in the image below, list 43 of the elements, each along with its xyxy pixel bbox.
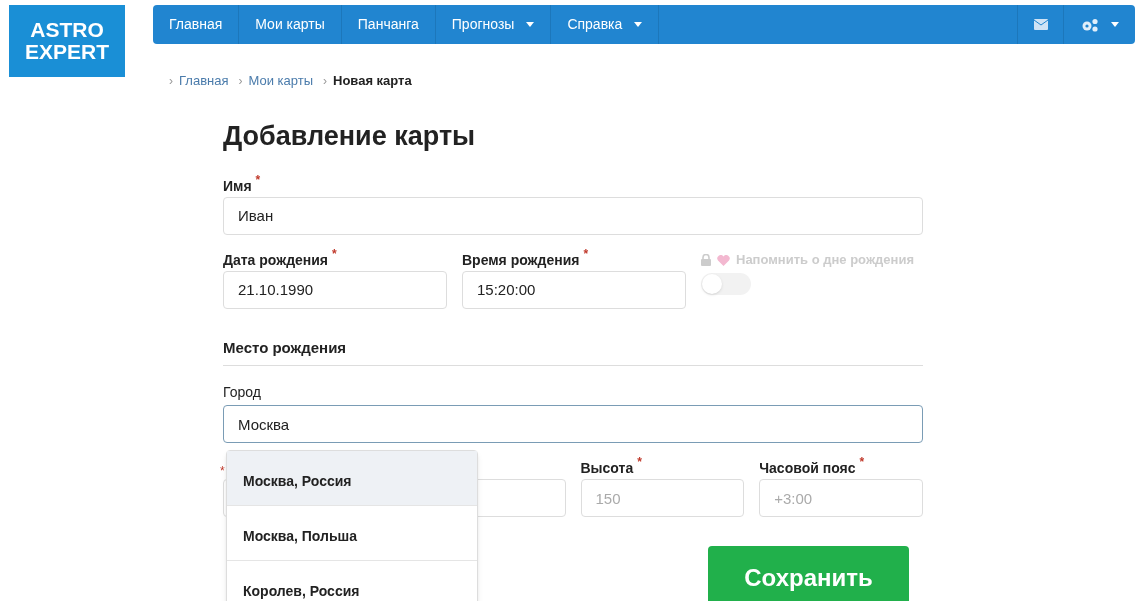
- time-field[interactable]: 15:20:00: [462, 270, 686, 309]
- text-field[interactable]: 150: [580, 479, 745, 517]
- nav-item[interactable]: Прогнозы: [435, 5, 552, 44]
- field-label: Имя: [223, 176, 252, 196]
- gears-icon: [1080, 17, 1099, 32]
- required-mark: *: [637, 454, 642, 470]
- heart-icon: [717, 254, 730, 266]
- page-title: Добавление карты: [223, 119, 477, 152]
- envelope-icon: [1033, 19, 1048, 30]
- lock-icon: [701, 254, 711, 266]
- required-mark: *: [859, 454, 865, 470]
- nav-item[interactable]: Мои карты: [239, 5, 342, 44]
- section-title: Место рождения: [223, 337, 348, 358]
- breadcrumb-link[interactable]: Мои карты: [248, 71, 313, 91]
- text-field[interactable]: +3:00: [759, 479, 923, 517]
- nav-item[interactable]: Панчанга: [341, 5, 436, 44]
- caret-icon: [1110, 22, 1119, 27]
- breadcrumb-separator: ›: [238, 72, 243, 90]
- required-mark: *: [220, 464, 225, 478]
- logo-text: ASTRO: [30, 19, 104, 41]
- name-field[interactable]: Иван: [223, 196, 923, 235]
- breadcrumb-separator: ›: [323, 72, 327, 90]
- breadcrumb-separator: ›: [169, 72, 173, 90]
- date-field[interactable]: 21.10.1990: [223, 270, 447, 309]
- required-mark: *: [583, 245, 589, 262]
- suggestion-item[interactable]: Москва, Россия: [227, 451, 477, 506]
- required-mark: *: [255, 171, 261, 188]
- required-mark: *: [332, 245, 337, 262]
- suggestion-item[interactable]: Королев, Россия: [227, 561, 477, 601]
- field-label: Город: [223, 383, 262, 402]
- save-button[interactable]: Сохранить: [708, 546, 909, 601]
- breadcrumb-link[interactable]: Главная: [179, 71, 229, 91]
- logo-text: EXPERT: [25, 41, 109, 63]
- field-label: Высота: [580, 459, 634, 478]
- field-label: Дата рождения: [223, 250, 329, 270]
- nav-item[interactable]: Справка: [551, 5, 660, 44]
- logo[interactable]: ASTRO EXPERT: [9, 5, 125, 77]
- city-field[interactable]: Москва: [223, 405, 923, 443]
- nav-item[interactable]: Главная: [153, 5, 240, 44]
- field-label: Часовой пояс: [759, 459, 856, 478]
- suggestion-item[interactable]: Москва, Польша: [227, 506, 477, 561]
- field-label: Время рождения: [462, 250, 580, 270]
- breadcrumb-current: Новая карта: [333, 72, 412, 90]
